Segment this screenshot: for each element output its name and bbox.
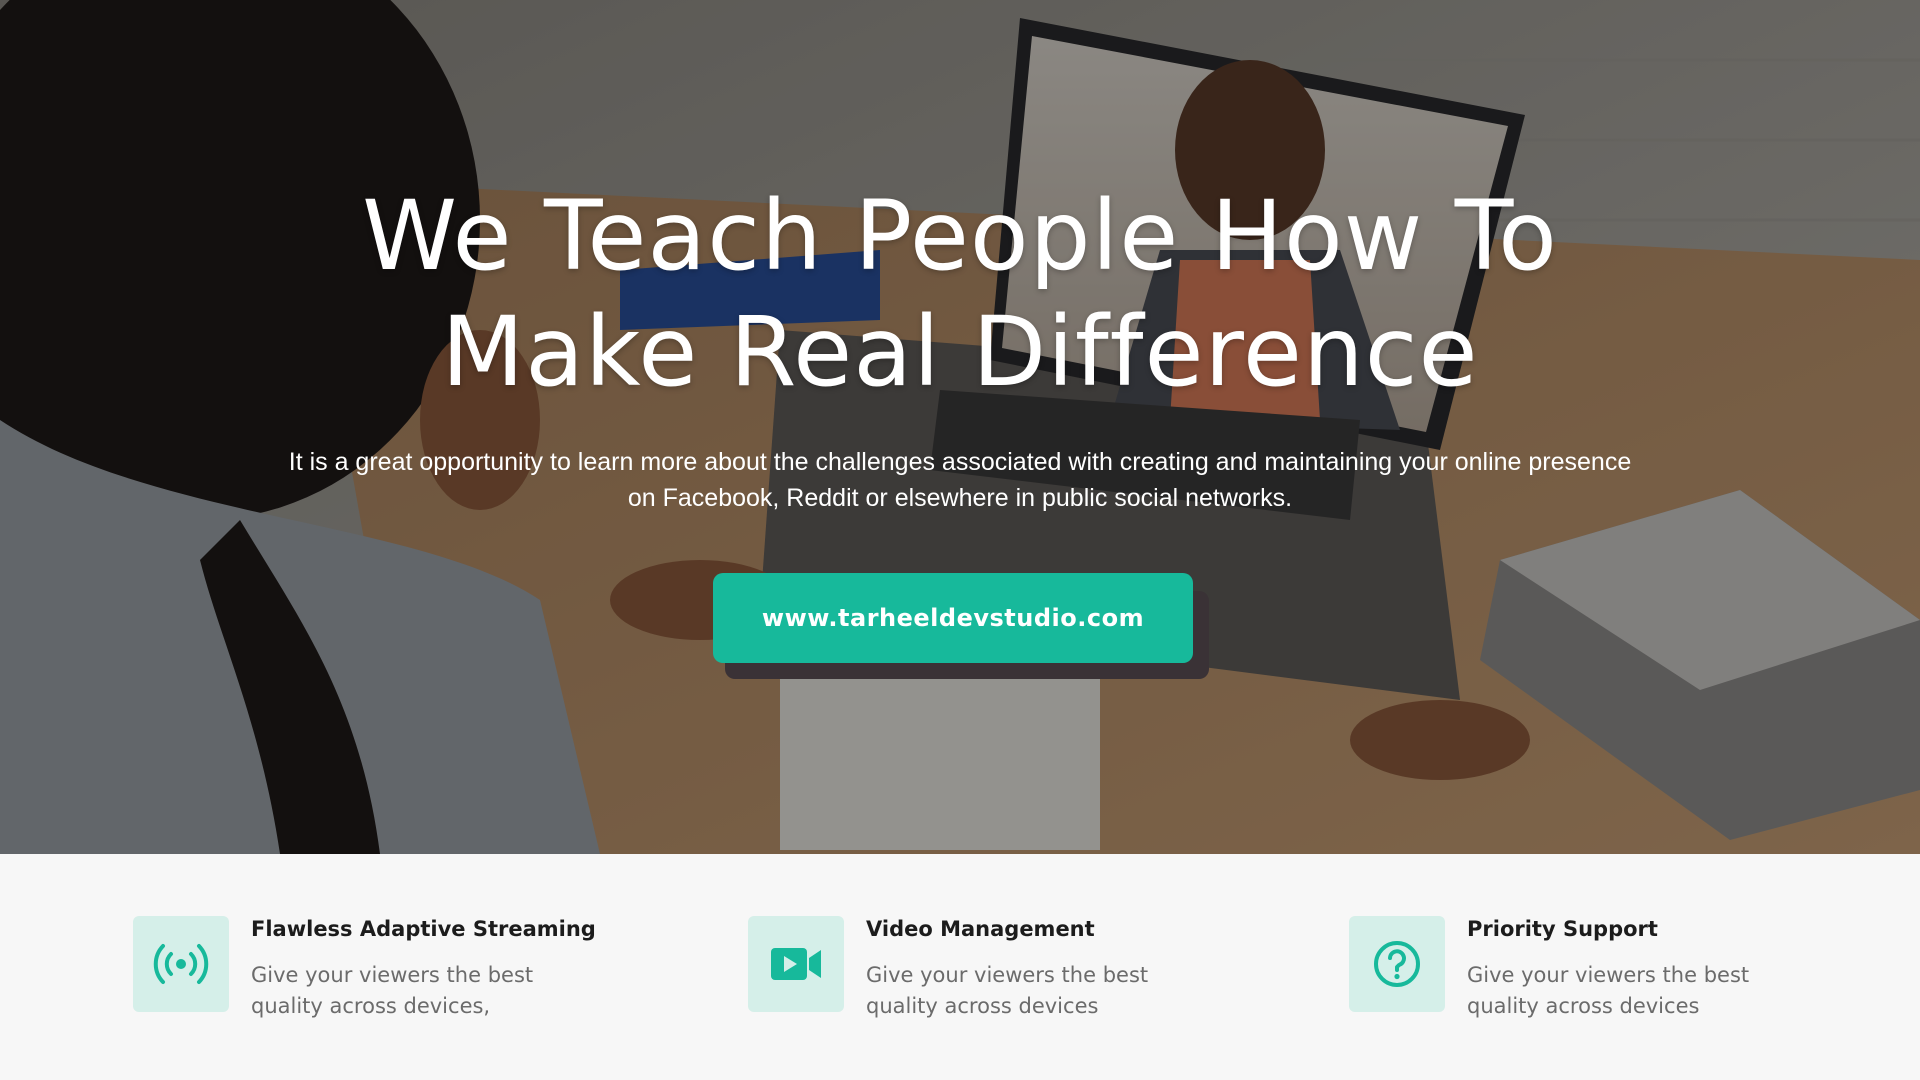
feature-item-video-management: Video Management Give your viewers the b… <box>748 916 1268 1046</box>
website-link-button[interactable]: www.tarheeldevstudio.com <box>713 573 1193 663</box>
hero-title-line-1: We Teach People How To <box>362 180 1558 292</box>
feature-icon-container <box>748 916 844 1012</box>
feature-description: Give your viewers the best quality acros… <box>866 963 1149 1018</box>
feature-item-streaming: Flawless Adaptive Streaming Give your vi… <box>133 916 653 1046</box>
hero-dark-overlay <box>0 0 1920 854</box>
feature-title: Video Management <box>866 917 1095 941</box>
feature-description: Give your viewers the best quality acros… <box>1467 963 1750 1018</box>
hero-subtitle: It is a great opportunity to learn more … <box>288 448 1632 512</box>
feature-description: Give your viewers the best quality acros… <box>251 963 534 1018</box>
broadcast-icon <box>153 944 209 984</box>
hero-title-line-2: Make Real Difference <box>441 296 1479 408</box>
video-camera-icon <box>771 948 821 980</box>
hero-section: We Teach People How To Make Real Differe… <box>0 0 1920 854</box>
hero-title: We Teach People How To Make Real Differe… <box>0 178 1920 410</box>
feature-icon-container <box>1349 916 1445 1012</box>
question-icon <box>1374 941 1420 987</box>
feature-title: Priority Support <box>1467 917 1658 941</box>
feature-icon-container <box>133 916 229 1012</box>
feature-item-priority-support: Priority Support Give your viewers the b… <box>1349 916 1869 1046</box>
features-section: Flawless Adaptive Streaming Give your vi… <box>0 854 1920 1080</box>
feature-title: Flawless Adaptive Streaming <box>251 917 596 941</box>
